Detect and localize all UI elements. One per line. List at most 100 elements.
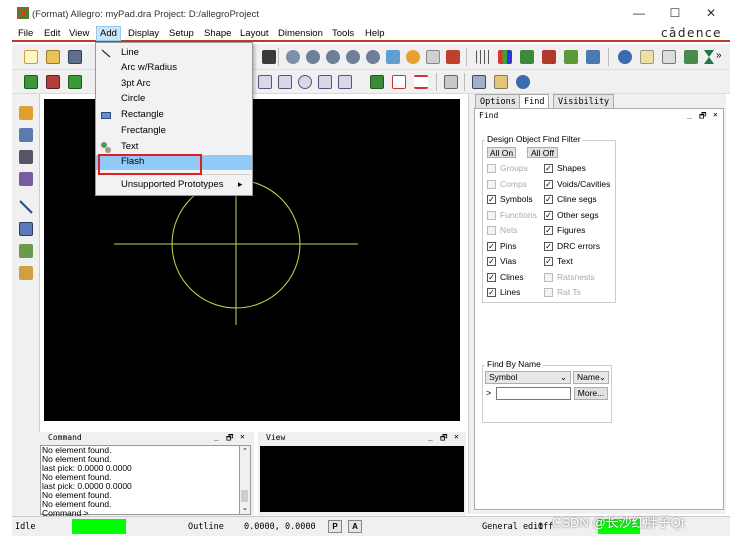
- filter-voids-cavities[interactable]: ✓ Voids/Cavities: [544, 179, 614, 190]
- menu-display[interactable]: Display: [128, 28, 159, 39]
- show-element-icon[interactable]: [682, 48, 700, 66]
- scroll-up-icon[interactable]: ⌃: [242, 447, 248, 455]
- tab-find[interactable]: Find: [519, 94, 550, 108]
- menu-item-3pt-arc[interactable]: 3pt Arc: [96, 77, 252, 92]
- maximize-button[interactable]: ☐: [664, 5, 686, 21]
- menu-item-arc-radius[interactable]: Arc w/Radius: [96, 61, 252, 76]
- checkbox[interactable]: ✓: [487, 272, 496, 282]
- dimension-icon[interactable]: [390, 73, 408, 91]
- checkbox[interactable]: ✓: [544, 164, 553, 173]
- checkbox[interactable]: ✓: [544, 241, 553, 251]
- add-connect-icon[interactable]: [17, 104, 35, 122]
- layer-icon[interactable]: [518, 48, 536, 66]
- tab-options[interactable]: Options: [475, 94, 521, 108]
- checkbox[interactable]: ✓: [544, 179, 553, 189]
- menu-tools[interactable]: Tools: [332, 28, 354, 39]
- snapshot-icon[interactable]: [442, 73, 460, 91]
- all-off-button[interactable]: All Off: [527, 147, 558, 158]
- zoom-in-icon[interactable]: [304, 48, 322, 66]
- flip-icon[interactable]: [444, 48, 462, 66]
- command-minimize-button[interactable]: _: [214, 432, 219, 441]
- save-icon[interactable]: [66, 48, 84, 66]
- close-button[interactable]: ✕: [700, 5, 722, 21]
- pad-round-icon[interactable]: [296, 73, 314, 91]
- help-icon[interactable]: [514, 73, 532, 91]
- menu-dimension[interactable]: Dimension: [278, 28, 323, 39]
- checkbox[interactable]: ✓: [544, 210, 553, 220]
- open-folder-icon[interactable]: [44, 48, 62, 66]
- command-close-button[interactable]: ✕: [240, 432, 245, 441]
- tab-visibility[interactable]: Visibility: [553, 94, 615, 108]
- mail-icon[interactable]: [492, 73, 510, 91]
- view-float-button[interactable]: 🗗: [440, 432, 448, 446]
- add-rect-icon[interactable]: [17, 220, 35, 238]
- checkbox[interactable]: ✓: [544, 257, 553, 266]
- menu-layout[interactable]: Layout: [240, 28, 269, 39]
- all-on-button[interactable]: All On: [487, 147, 516, 158]
- layer-top-icon[interactable]: [22, 73, 40, 91]
- visibility-icon[interactable]: [562, 48, 580, 66]
- checkbox[interactable]: ✓: [487, 241, 496, 251]
- pad-oblong-icon[interactable]: [316, 73, 334, 91]
- filter-figures[interactable]: ✓ Figures: [544, 225, 614, 236]
- command-log[interactable]: No element found. No element found. last p…: [40, 445, 240, 518]
- panel-float-button[interactable]: 🗗: [699, 110, 707, 124]
- add-line-icon[interactable]: [17, 198, 35, 216]
- find-type-select[interactable]: Symbol ⌄: [485, 371, 571, 384]
- checkbox[interactable]: ✓: [487, 195, 496, 204]
- menu-view[interactable]: View: [69, 28, 89, 39]
- find-name-input[interactable]: [496, 387, 571, 400]
- menu-help[interactable]: Help: [365, 28, 385, 39]
- menu-shape[interactable]: Shape: [204, 28, 231, 39]
- zoom-previous-icon[interactable]: [364, 48, 382, 66]
- view-minimize-button[interactable]: _: [428, 432, 433, 441]
- redraw-icon[interactable]: [404, 48, 422, 66]
- status-mode[interactable]: General edit: [482, 522, 543, 532]
- more-button[interactable]: More...: [574, 387, 608, 400]
- component-icon[interactable]: [368, 73, 386, 91]
- add-text-icon[interactable]: [17, 242, 35, 260]
- status-subclass[interactable]: Outline: [188, 522, 224, 532]
- panel-close-button[interactable]: ✕: [713, 110, 718, 119]
- grid-icon[interactable]: [474, 48, 492, 66]
- route-icon[interactable]: [17, 148, 35, 166]
- shadow-icon[interactable]: [540, 48, 558, 66]
- menu-setup[interactable]: Setup: [169, 28, 194, 39]
- zoom-out-icon[interactable]: [324, 48, 342, 66]
- find-mode-select[interactable]: Name ⌄: [573, 371, 609, 384]
- absolute-button[interactable]: A: [348, 520, 362, 533]
- checkbox[interactable]: ✓: [487, 288, 496, 297]
- menu-file[interactable]: File: [18, 28, 33, 39]
- menu-item-unsupported-prototypes[interactable]: Unsupported Prototypes ▸: [96, 178, 252, 193]
- new-file-icon[interactable]: [22, 48, 40, 66]
- copy-icon[interactable]: [470, 73, 488, 91]
- menu-item-circle[interactable]: Circle: [96, 92, 252, 107]
- edit-text-icon[interactable]: [17, 264, 35, 282]
- filter-shapes[interactable]: ✓ Shapes: [544, 163, 614, 174]
- measure-icon[interactable]: [660, 48, 678, 66]
- pad-square-icon[interactable]: [276, 73, 294, 91]
- info-icon[interactable]: [616, 48, 634, 66]
- zoom-world-icon[interactable]: [344, 48, 362, 66]
- filter-text[interactable]: ✓ Text: [544, 256, 614, 267]
- toolbar-overflow-icon[interactable]: »: [716, 50, 722, 61]
- minimize-button[interactable]: —: [628, 5, 650, 21]
- checkbox[interactable]: ✓: [544, 195, 553, 204]
- scroll-down-icon[interactable]: ⌄: [242, 504, 248, 512]
- slide-icon[interactable]: [17, 126, 35, 144]
- menu-item-line[interactable]: Line: [96, 46, 252, 61]
- menu-item-rectangle[interactable]: Rectangle: [96, 108, 252, 123]
- pointer-icon[interactable]: [260, 48, 278, 66]
- menu-item-frectangle[interactable]: Frectangle: [96, 124, 252, 139]
- pad-rect-icon[interactable]: [336, 73, 354, 91]
- world-view-canvas[interactable]: [260, 446, 464, 512]
- filter-drc-errors[interactable]: ✓ DRC errors: [544, 241, 614, 252]
- 3d-view-icon[interactable]: [424, 48, 442, 66]
- layer-toggle-icon[interactable]: [66, 73, 84, 91]
- scroll-thumb[interactable]: [241, 490, 248, 502]
- layer-bottom-icon[interactable]: [44, 73, 62, 91]
- menu-edit[interactable]: Edit: [44, 28, 60, 39]
- highlight-icon[interactable]: [584, 48, 602, 66]
- filter-other-segs[interactable]: ✓ Other segs: [544, 210, 614, 221]
- dimension-horizontal-icon[interactable]: [412, 73, 430, 91]
